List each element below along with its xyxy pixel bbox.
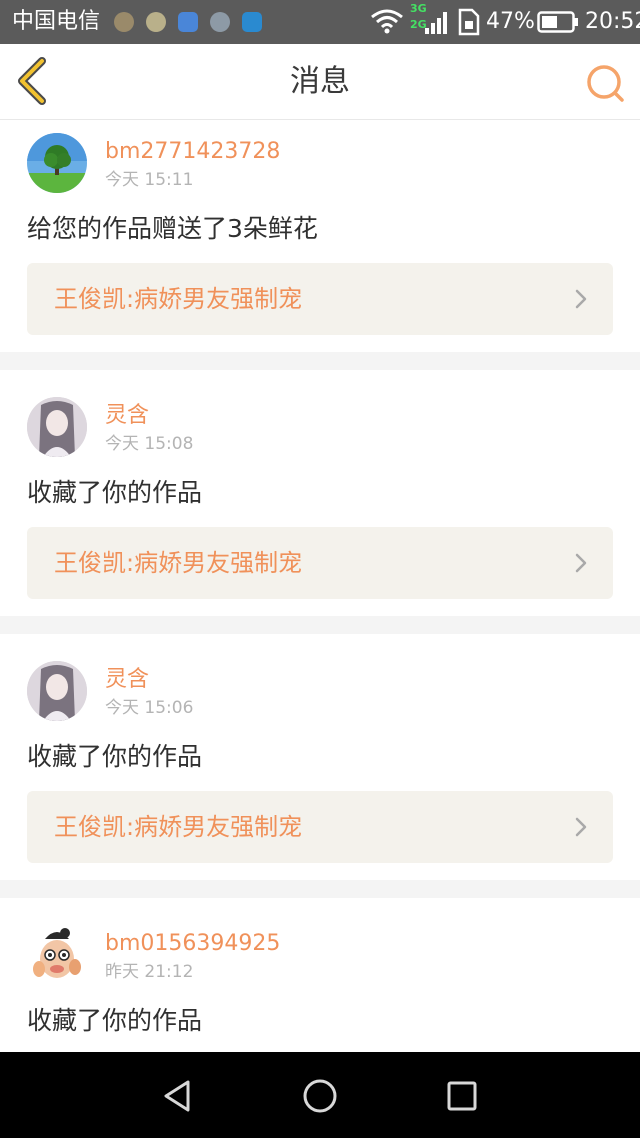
message-text: 收藏了你的作品 bbox=[27, 478, 203, 507]
avatar[interactable] bbox=[27, 397, 87, 457]
username[interactable]: 灵含 bbox=[105, 666, 149, 694]
signal-icon bbox=[425, 12, 447, 34]
timestamp: 今天 15:11 bbox=[105, 170, 194, 190]
work-link[interactable]: 王俊凯:病娇男友强制宠 bbox=[27, 263, 613, 335]
chevron-right-icon bbox=[575, 553, 587, 573]
message-text: 收藏了你的作品 bbox=[27, 742, 203, 771]
girl-avatar-image bbox=[27, 397, 87, 457]
username[interactable]: 灵含 bbox=[105, 402, 149, 430]
triangle-back-icon bbox=[164, 1080, 190, 1112]
notification-app-icon bbox=[178, 12, 198, 32]
work-title: 王俊凯:病娇男友强制宠 bbox=[54, 285, 303, 313]
work-link[interactable]: 王俊凯:病娇男友强制宠 bbox=[27, 791, 613, 863]
message-item: 灵含 今天 15:08 收藏了你的作品 王俊凯:病娇男友强制宠 bbox=[0, 370, 640, 616]
wifi-icon bbox=[371, 9, 403, 34]
nav-home-button[interactable] bbox=[298, 1074, 342, 1118]
message-list[interactable]: bm2771423728 今天 15:11 给您的作品赠送了3朵鲜花 王俊凯:病… bbox=[0, 120, 640, 1052]
timestamp: 今天 15:08 bbox=[105, 434, 194, 454]
work-title: 王俊凯:病娇男友强制宠 bbox=[54, 813, 303, 841]
chevron-left-icon bbox=[18, 57, 46, 105]
search-icon bbox=[587, 65, 624, 102]
timestamp: 昨天 21:12 bbox=[105, 962, 194, 982]
system-nav-bar bbox=[0, 1052, 640, 1138]
search-button[interactable] bbox=[582, 60, 628, 106]
nav-recents-button[interactable] bbox=[440, 1074, 484, 1118]
nav-back-button[interactable] bbox=[156, 1074, 200, 1118]
message-item: 灵含 今天 15:06 收藏了你的作品 王俊凯:病娇男友强制宠 bbox=[0, 634, 640, 880]
square-recents-icon bbox=[447, 1081, 477, 1111]
status-bar: 中国电信 3G 2G 47% 20:52 bbox=[0, 0, 640, 44]
notification-app-icon bbox=[242, 12, 262, 32]
back-button[interactable] bbox=[12, 56, 56, 106]
app-header: 消息 bbox=[0, 44, 640, 120]
battery-percent: 47% bbox=[486, 9, 535, 34]
username[interactable]: bm0156394925 bbox=[105, 930, 280, 958]
cartoon-avatar-image bbox=[27, 925, 87, 985]
avatar[interactable] bbox=[27, 133, 87, 193]
divider bbox=[0, 880, 640, 898]
message-text: 给您的作品赠送了3朵鲜花 bbox=[27, 214, 318, 243]
battery-icon bbox=[537, 11, 578, 33]
username[interactable]: bm2771423728 bbox=[105, 138, 280, 166]
sim-card-icon bbox=[458, 8, 480, 36]
work-link[interactable]: 王俊凯:病娇男友强制宠 bbox=[27, 527, 613, 599]
tree-avatar-image bbox=[27, 133, 87, 193]
girl-avatar-image bbox=[27, 661, 87, 721]
page-title: 消息 bbox=[290, 64, 350, 99]
avatar[interactable] bbox=[27, 661, 87, 721]
message-item: bm2771423728 今天 15:11 给您的作品赠送了3朵鲜花 王俊凯:病… bbox=[0, 120, 640, 352]
clock: 20:52 bbox=[585, 9, 640, 34]
notification-app-icon bbox=[114, 12, 134, 32]
chevron-right-icon bbox=[575, 817, 587, 837]
chevron-right-icon bbox=[575, 289, 587, 309]
circle-home-icon bbox=[303, 1079, 337, 1113]
notification-app-icon bbox=[146, 12, 166, 32]
divider bbox=[0, 352, 640, 370]
carrier-name: 中国电信 bbox=[12, 9, 101, 34]
message-item: bm0156394925 昨天 21:12 收藏了你的作品 bbox=[0, 898, 640, 1052]
work-title: 王俊凯:病娇男友强制宠 bbox=[54, 549, 303, 577]
message-text: 收藏了你的作品 bbox=[27, 1006, 203, 1035]
avatar[interactable] bbox=[27, 925, 87, 985]
notification-app-icon bbox=[210, 12, 230, 32]
timestamp: 今天 15:06 bbox=[105, 698, 194, 718]
divider bbox=[0, 616, 640, 634]
